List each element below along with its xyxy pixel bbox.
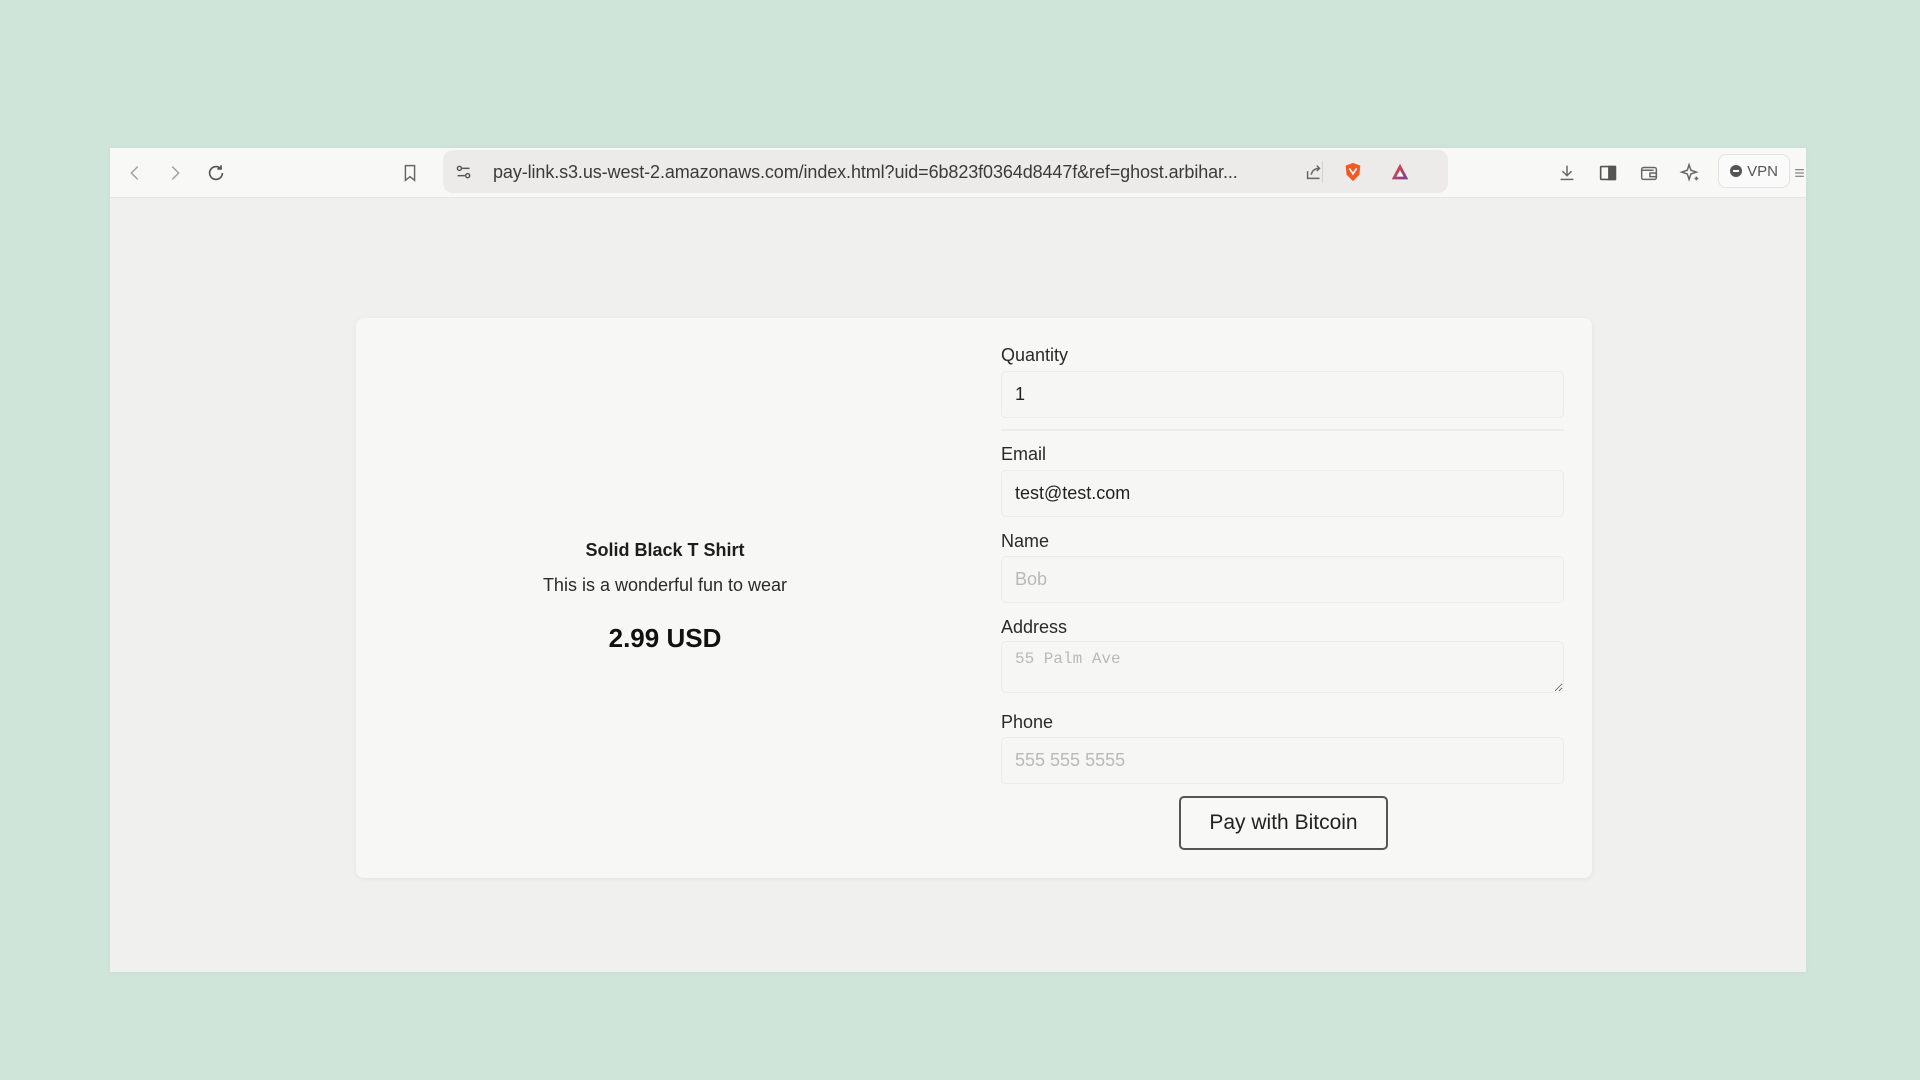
address-textarea[interactable] [1001,641,1564,693]
email-label: Email [1001,444,1047,464]
back-icon[interactable] [122,160,148,186]
download-icon[interactable] [1554,160,1580,186]
phone-label: Phone [1001,712,1054,732]
vpn-icon [1730,165,1743,177]
address-label: Address [1001,617,1068,637]
product-summary: Solid Black T Shirt This is a wonderful … [356,318,974,878]
menu-icon[interactable] [1793,160,1806,186]
divider [1322,161,1323,183]
address-bar[interactable]: pay-link.s3.us-west-2.amazonaws.com/inde… [443,150,1448,193]
sidebar-icon[interactable] [1595,160,1621,186]
site-settings-icon[interactable] [451,159,477,185]
product-price: 2.99 USD [608,623,722,653]
quantity-label: Quantity [1001,345,1069,365]
product-name: Solid Black T Shirt [585,540,745,560]
divider [1001,429,1564,431]
leo-ai-icon[interactable] [1677,160,1703,186]
vpn-button[interactable]: VPN [1718,154,1790,188]
brave-shields-icon[interactable] [1340,159,1366,185]
checkout-card: Solid Black T Shirt This is a wonderful … [356,318,1592,878]
bookmark-icon[interactable] [397,160,423,186]
brave-rewards-icon[interactable] [1387,159,1413,185]
forward-icon[interactable] [162,160,188,186]
vpn-label: VPN [1747,162,1778,180]
phone-input[interactable] [1001,737,1564,784]
name-label: Name [1001,531,1050,551]
url-text[interactable]: pay-link.s3.us-west-2.amazonaws.com/inde… [493,162,1238,183]
browser-window: pay-link.s3.us-west-2.amazonaws.com/inde… [110,148,1806,972]
product-description: This is a wonderful fun to wear [542,575,788,595]
email-input[interactable] [1001,470,1564,517]
pay-with-bitcoin-button[interactable]: Pay with Bitcoin [1179,796,1388,850]
share-icon[interactable] [1301,159,1327,185]
wallet-icon[interactable] [1636,160,1662,186]
reload-icon[interactable] [203,160,229,186]
quantity-input[interactable] [1001,371,1564,418]
name-input[interactable] [1001,556,1564,603]
browser-toolbar: pay-link.s3.us-west-2.amazonaws.com/inde… [110,148,1806,198]
